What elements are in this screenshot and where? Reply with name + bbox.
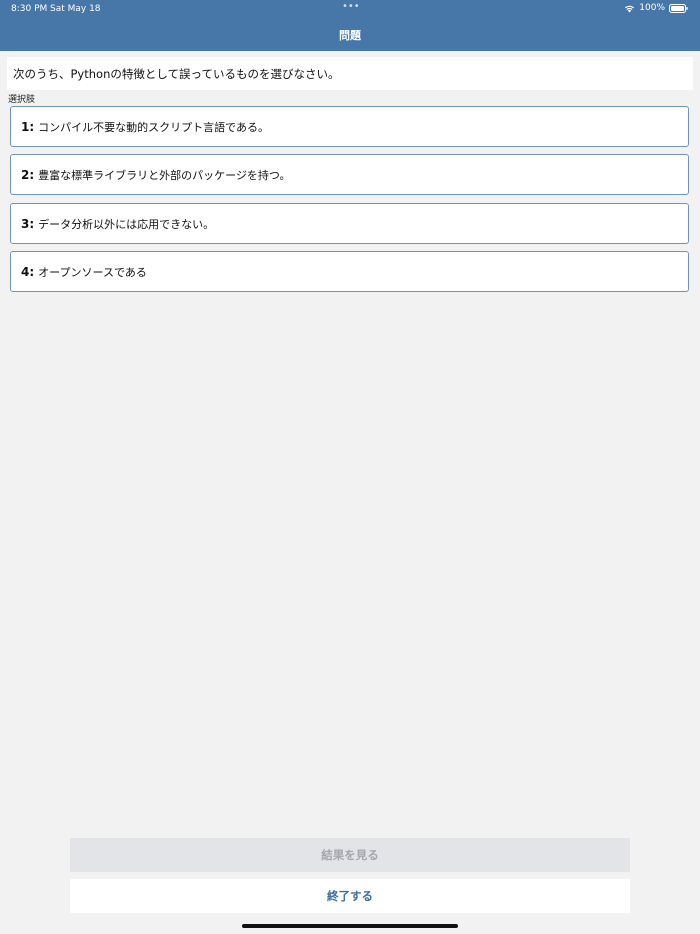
- home-indicator: [242, 924, 458, 928]
- question-text: 次のうち、Pythonの特徴として誤っているものを選びなさい。: [7, 57, 693, 90]
- exit-button[interactable]: 終了する: [70, 879, 630, 913]
- status-bar: 8:30 PM Sat May 18 ••• 100%: [0, 0, 700, 18]
- wifi-icon: [624, 4, 635, 13]
- multitasking-dots-icon[interactable]: •••: [342, 1, 360, 12]
- battery-percent: 100%: [639, 3, 665, 13]
- choice-text: オープンソースである: [38, 265, 147, 279]
- choices-label: 選択肢: [8, 95, 36, 105]
- choice-3[interactable]: 3: データ分析以外には応用できない。: [10, 203, 689, 244]
- choice-number: 4:: [21, 264, 35, 279]
- status-right: 100%: [624, 3, 688, 13]
- choice-number: 1:: [21, 119, 35, 134]
- choice-number: 3:: [21, 216, 35, 231]
- choice-text: 豊富な標準ライブラリと外部のパッケージを持つ。: [38, 168, 291, 182]
- status-date: Sat May 18: [50, 4, 101, 14]
- status-time: 8:30 PM: [11, 4, 48, 14]
- choice-2[interactable]: 2: 豊富な標準ライブラリと外部のパッケージを持つ。: [10, 154, 689, 195]
- nav-header: 8:30 PM Sat May 18 ••• 100% 問題: [0, 0, 700, 51]
- view-results-button[interactable]: 結果を見る: [70, 838, 630, 872]
- choice-number: 2:: [21, 167, 35, 182]
- page-title: 問題: [339, 29, 361, 42]
- battery-icon: [669, 3, 688, 13]
- choice-4[interactable]: 4: オープンソースである: [10, 251, 689, 292]
- choice-text: データ分析以外には応用できない。: [38, 217, 215, 231]
- choice-text: コンパイル不要な動的スクリプト言語である。: [38, 120, 270, 134]
- choice-1[interactable]: 1: コンパイル不要な動的スクリプト言語である。: [10, 106, 689, 147]
